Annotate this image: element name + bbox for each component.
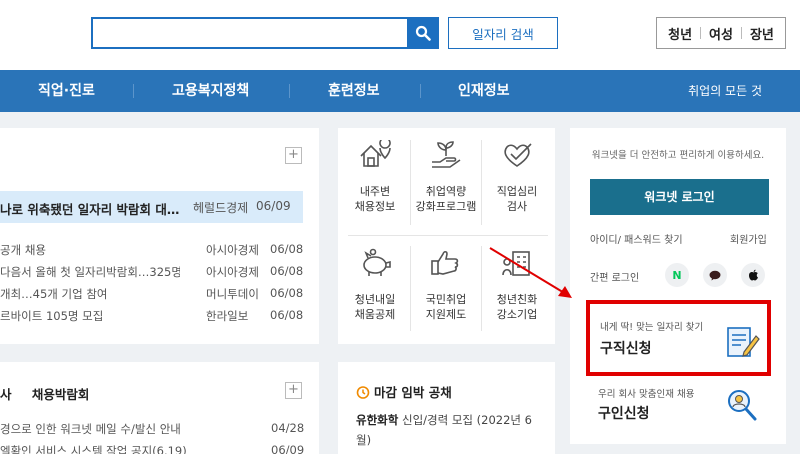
heart-check-icon	[504, 143, 532, 167]
service-label: 청년내일 채움공제	[354, 293, 396, 321]
news-date: 06/08	[270, 242, 304, 256]
service-youth-savings[interactable]: 청년내일 채움공제	[340, 236, 410, 336]
news-title: 다음서 올해 첫 일자리박람회…325명…	[0, 265, 180, 279]
notice-more-button[interactable]: +	[285, 382, 302, 399]
notice-date: 06/09	[271, 443, 305, 454]
clock-icon	[356, 386, 370, 399]
nav-divider	[420, 84, 421, 98]
service-national-employment-support[interactable]: 국민취업 지원제도	[411, 236, 481, 336]
service-employability-program[interactable]: 취업역량 강화프로그램	[411, 128, 481, 228]
deadline-job-item[interactable]: 유한화학 신입/경력 모집 (2022년 6월)	[356, 410, 536, 450]
news-source: 한라일보	[206, 309, 249, 323]
header: 일자리 검색 청년 여성 장년	[0, 0, 800, 70]
deadline-panel: 마감 임박 공채 유한화학 신입/경력 모집 (2022년 6월)	[338, 362, 555, 454]
tab-job-fair[interactable]: 채용박람회	[32, 387, 90, 402]
news-headline[interactable]: 나로 위축됐던 일자리 박람회 대… 헤럴드경제 06/09	[0, 191, 303, 223]
search-icon	[415, 25, 431, 41]
hire-application-title[interactable]: 구인신청	[598, 403, 650, 423]
nav-divider	[289, 84, 290, 98]
notice-title: 엘확인 서비스 시스템 작업 공지(6.19)	[0, 444, 187, 454]
target-group-selector: 청년 여성 장년	[656, 17, 786, 49]
notice-tabs: 사 채용박람회	[0, 384, 89, 403]
nav-item-talent[interactable]: 인재정보	[458, 70, 510, 112]
news-title: 개최…45개 기업 참여	[0, 287, 108, 301]
job-application-subtitle: 내게 딱! 맞는 일자리 찾기	[600, 322, 704, 333]
service-label: 국민취업 지원제도	[425, 293, 467, 321]
divider	[700, 27, 702, 39]
news-date: 06/08	[270, 286, 304, 300]
deadline-company: 유한화학	[356, 413, 399, 427]
piggy-bank-icon	[363, 248, 391, 276]
easy-login-label: 간편 로그인	[590, 273, 640, 284]
plant-hand-icon	[432, 141, 461, 168]
target-youth-link[interactable]: 청년	[668, 24, 692, 43]
service-label: 직업심리 검사	[496, 185, 538, 213]
news-item[interactable]: 공개 채용 아시아경제 06/08	[0, 242, 303, 260]
divider	[740, 27, 742, 39]
headline-source: 헤럴드경제	[193, 201, 249, 215]
search-box	[91, 17, 439, 49]
news-item[interactable]: 개최…45개 기업 참여 머니투데이 06/08	[0, 286, 303, 304]
news-source: 머니투데이	[206, 287, 259, 301]
job-application-box[interactable]: 내게 딱! 맞는 일자리 찾기 구직신청	[586, 300, 771, 376]
nav-item-all-about-jobs[interactable]: 취업의 모든 것	[688, 70, 762, 112]
kakao-login-icon[interactable]	[703, 263, 727, 287]
service-panel: 내주변 채용정보 취업역량 강화프로그램 직업심리 검사 청년내일 채움공제 국민취업 지…	[338, 128, 555, 344]
login-description: 워크넷을 더 안전하고 편리하게 이용하세요.	[591, 150, 765, 161]
document-pen-icon	[727, 327, 760, 357]
job-search-button[interactable]: 일자리 검색	[448, 17, 558, 49]
red-arrow-annotation	[489, 247, 572, 298]
house-location-icon	[360, 140, 391, 167]
service-label: 취업역량 강화프로그램	[415, 185, 477, 213]
headline-title: 나로 위축됐던 일자리 박람회 대…	[0, 202, 180, 217]
search-input[interactable]	[93, 19, 409, 47]
news-title: 공개 채용	[0, 243, 46, 257]
find-id-password-link[interactable]: 아이디/ 패스워드 찾기	[590, 231, 683, 246]
service-psych-test[interactable]: 직업심리 검사	[482, 128, 552, 228]
hire-application-subtitle: 우리 회사 맞춤인재 채용	[598, 389, 695, 400]
nav-divider	[133, 84, 134, 98]
nav-item-training[interactable]: 훈련정보	[328, 70, 380, 112]
news-more-button[interactable]: +	[285, 147, 302, 164]
search-button[interactable]	[407, 17, 439, 49]
main-nav: 직업·진로 고용복지정책 훈련정보 인재정보 취업의 모든 것	[0, 70, 800, 112]
apple-login-icon[interactable]	[741, 263, 765, 287]
naver-login-icon[interactable]: N	[665, 263, 689, 287]
news-panel: + 나로 위축됐던 일자리 박람회 대… 헤럴드경제 06/09 공개 채용 아…	[0, 128, 319, 344]
headline-date: 06/09	[256, 199, 291, 213]
news-date: 06/08	[270, 308, 304, 322]
job-application-title: 구직신청	[600, 341, 652, 357]
notice-item[interactable]: 경으로 인한 워크넷 메일 수/발신 안내 04/28	[0, 421, 305, 437]
news-source: 아시아경제	[206, 243, 259, 257]
notice-panel: 사 채용박람회 + 경으로 인한 워크넷 메일 수/발신 안내 04/28 엘확…	[0, 362, 319, 454]
news-item[interactable]: 다음서 올해 첫 일자리박람회…325명… 아시아경제 06/08	[0, 264, 303, 282]
signup-link[interactable]: 회원가입	[730, 231, 767, 246]
nav-item-career[interactable]: 직업·진로	[38, 70, 95, 112]
speech-bubble-icon	[709, 270, 721, 280]
notice-title: 경으로 인한 워크넷 메일 수/발신 안내	[0, 422, 181, 436]
news-item[interactable]: 르바이트 105명 모집 한라일보 06/08	[0, 308, 303, 326]
news-source: 아시아경제	[206, 265, 259, 279]
apple-icon	[748, 269, 758, 281]
thumbs-up-icon	[431, 250, 459, 275]
deadline-title: 마감 임박 공채	[356, 382, 452, 401]
person-magnifier-icon	[728, 390, 757, 421]
login-panel: 워크넷을 더 안전하고 편리하게 이용하세요. 워크넷 로그인 아이디/ 패스워…	[570, 128, 786, 444]
nav-item-welfare-policy[interactable]: 고용복지정책	[172, 70, 249, 112]
target-women-link[interactable]: 여성	[709, 24, 733, 43]
worknet-login-button[interactable]: 워크넷 로그인	[590, 179, 769, 215]
news-date: 06/08	[270, 264, 304, 278]
notice-item[interactable]: 엘확인 서비스 시스템 작업 공지(6.19) 06/09	[0, 443, 305, 454]
notice-date: 04/28	[271, 421, 305, 435]
service-nearby-jobs[interactable]: 내주변 채용정보	[340, 128, 410, 228]
service-label: 내주변 채용정보	[354, 185, 396, 213]
target-senior-link[interactable]: 장년	[750, 24, 774, 43]
tab-notice[interactable]: 사	[0, 387, 12, 402]
news-title: 르바이트 105명 모집	[0, 309, 104, 323]
